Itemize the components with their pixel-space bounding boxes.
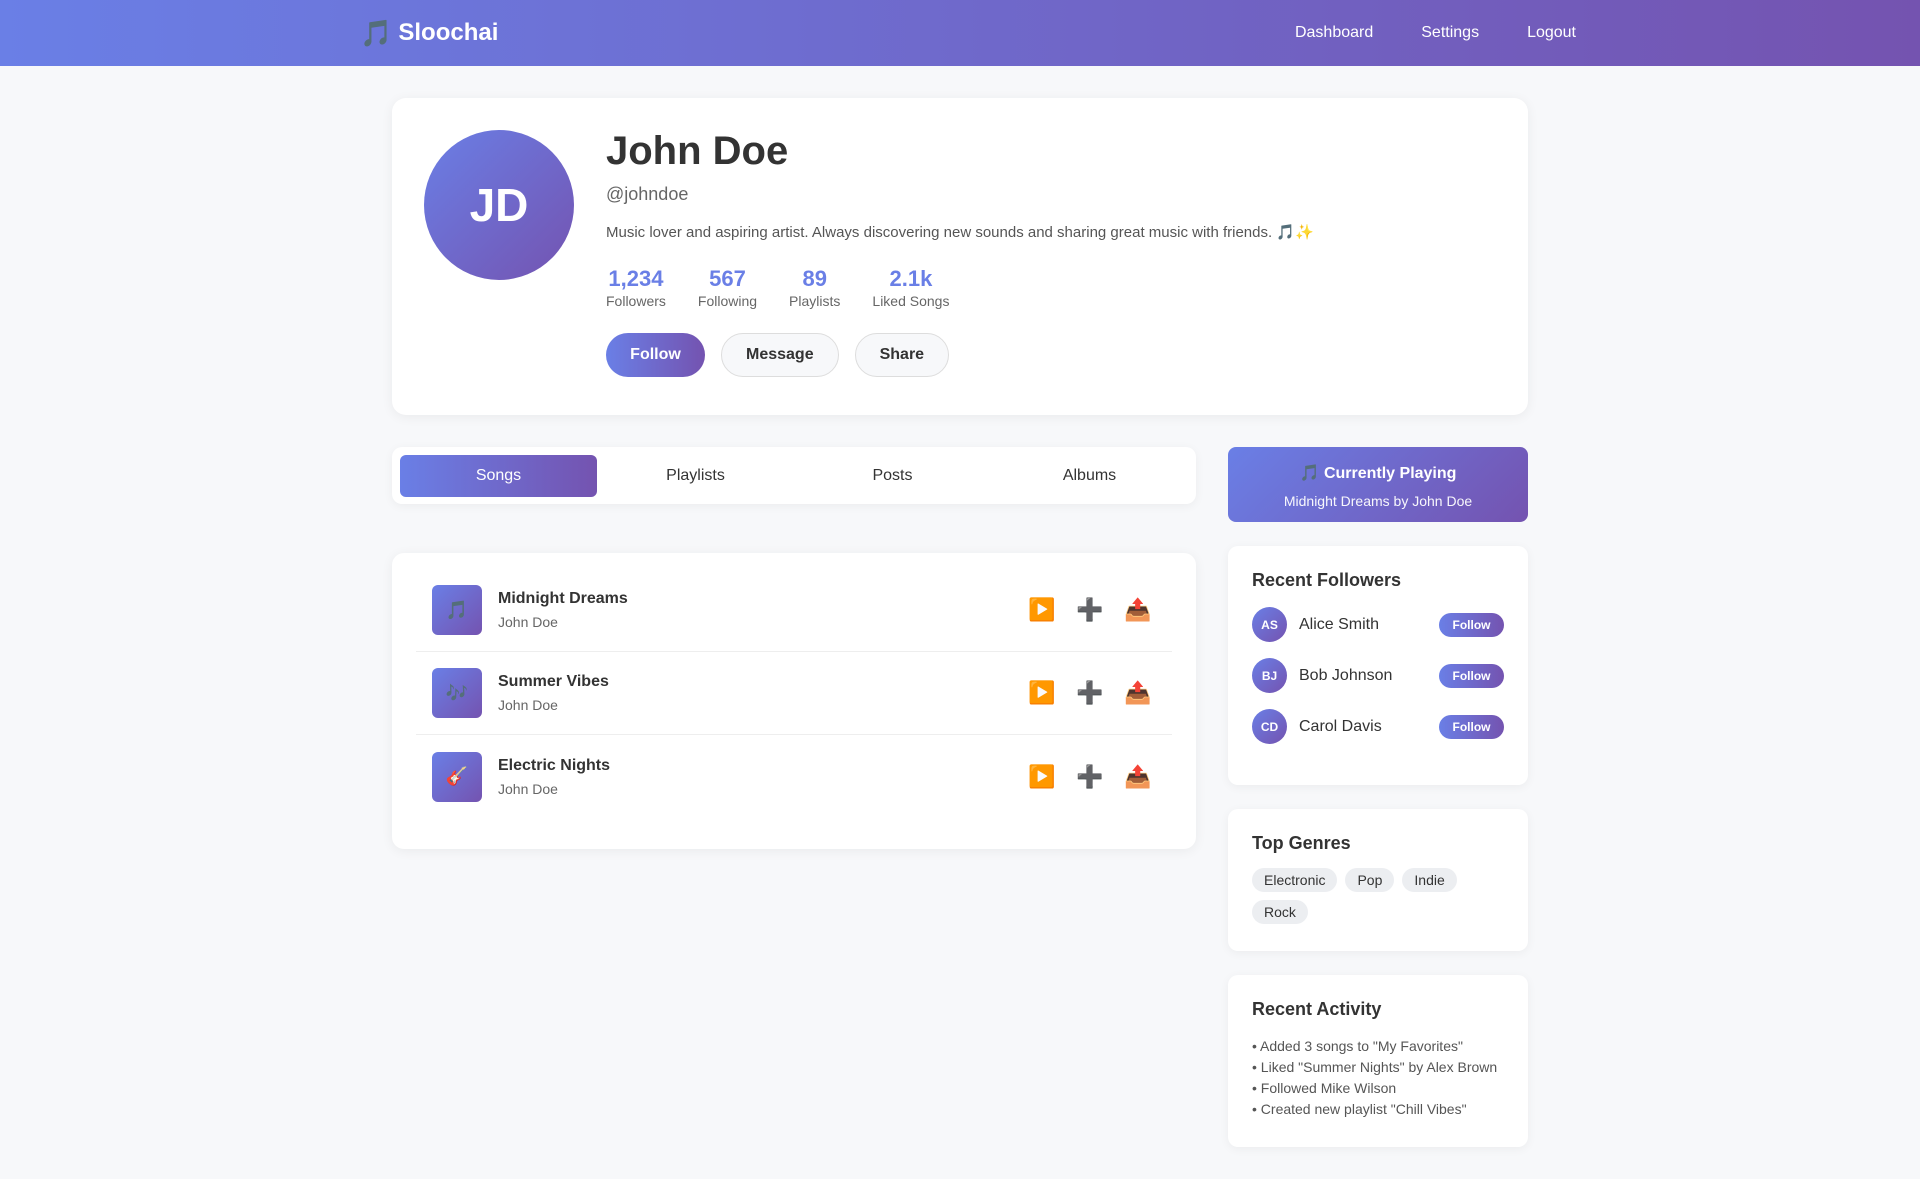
- profile-info: John Doe @johndoe Music lover and aspiri…: [606, 128, 1496, 377]
- stat-following[interactable]: 567 Following: [697, 266, 758, 310]
- genre-tag[interactable]: Indie: [1402, 868, 1457, 892]
- follower-row: AS Alice Smith Follow: [1252, 607, 1504, 642]
- profile-handle: @johndoe: [606, 184, 689, 204]
- top-genres-title: Top Genres: [1252, 833, 1351, 853]
- follow-follower-button[interactable]: Follow: [1439, 612, 1504, 637]
- song-title: Electric Nights: [498, 756, 611, 774]
- avatar[interactable]: AS: [1252, 607, 1287, 642]
- profile-name: John Doe: [606, 129, 789, 173]
- song-meta: Summer Vibes John Doe: [498, 673, 1028, 713]
- follower-row: CD Carol Davis Follow: [1252, 709, 1504, 744]
- now-playing-track: Midnight Dreams by John Doe: [1283, 493, 1473, 509]
- stat-liked-songs[interactable]: 2.1k Liked Songs: [872, 266, 950, 310]
- genre-tags: Electronic Pop Indie Rock: [1252, 868, 1504, 924]
- song-artist: John Doe: [498, 780, 558, 797]
- recent-followers-card: Recent Followers AS Alice Smith Follow B…: [1228, 546, 1528, 785]
- song-title: Summer Vibes: [498, 673, 609, 690]
- share-icon[interactable]: 📤: [1124, 680, 1151, 706]
- top-navbar: 🎵 Sloochai Dashboard Settings Logout: [0, 0, 1920, 66]
- stat-playlists[interactable]: 89 Playlists: [789, 266, 841, 310]
- share-icon[interactable]: 📤: [1124, 764, 1151, 790]
- follower-row: BJ Bob Johnson Follow: [1252, 658, 1504, 693]
- song-artist: John Doe: [498, 697, 558, 713]
- stat-value: 1,234: [608, 266, 664, 291]
- now-playing-card[interactable]: 🎵 Currently Playing Midnight Dreams by J…: [1228, 447, 1528, 522]
- tab-songs[interactable]: Songs: [400, 454, 597, 497]
- song-row[interactable]: 🎵 Midnight Dreams John Doe ▶️ ➕ 📤: [416, 569, 1172, 652]
- song-cover-icon: 🎸: [432, 751, 482, 802]
- add-icon[interactable]: ➕: [1076, 764, 1103, 790]
- message-button[interactable]: Message: [721, 333, 839, 377]
- follower-name[interactable]: Bob Johnson: [1299, 667, 1439, 685]
- avatar[interactable]: BJ: [1252, 658, 1287, 693]
- song-cover-icon: 🎶: [432, 668, 482, 718]
- song-meta: Electric Nights John Doe: [498, 757, 1028, 797]
- stat-label: Following: [697, 293, 758, 309]
- follower-name[interactable]: Carol Davis: [1299, 718, 1439, 736]
- follow-follower-button[interactable]: Follow: [1439, 714, 1504, 739]
- profile-avatar: JD: [424, 130, 574, 280]
- song-artist: John Doe: [498, 614, 558, 630]
- nav-settings-link[interactable]: Settings: [1421, 24, 1479, 42]
- activity-item: • Followed Mike Wilson: [1252, 1080, 1397, 1096]
- activity-list: • Added 3 songs to "My Favorites" • Like…: [1252, 1036, 1504, 1120]
- recent-activity-card: Recent Activity • Added 3 songs to "My F…: [1228, 975, 1528, 1147]
- profile-stats: 1,234 Followers 567 Following 89 Playlis…: [606, 266, 1496, 310]
- nav-logout-link[interactable]: Logout: [1527, 24, 1576, 42]
- music-note-icon: 🎵: [360, 17, 393, 48]
- stat-label: Playlists: [789, 293, 841, 309]
- tab-albums[interactable]: Albums: [991, 455, 1188, 497]
- profile-actions: Follow Message Share: [606, 333, 1496, 377]
- add-icon[interactable]: ➕: [1076, 597, 1103, 623]
- genre-tag[interactable]: Electronic: [1252, 868, 1338, 892]
- tab-posts[interactable]: Posts: [794, 455, 991, 497]
- brand-logo[interactable]: 🎵 Sloochai: [360, 18, 498, 49]
- nav-links: Dashboard Settings Logout: [1295, 24, 1576, 42]
- recent-followers-title: Recent Followers: [1252, 570, 1402, 590]
- stat-value: 567: [709, 266, 746, 291]
- share-icon[interactable]: 📤: [1124, 597, 1151, 623]
- song-actions: ▶️ ➕ 📤: [1028, 597, 1151, 623]
- play-icon[interactable]: ▶️: [1028, 597, 1055, 623]
- now-playing-title: 🎵 Currently Playing: [1299, 465, 1457, 482]
- song-cover-icon: 🎵: [432, 585, 482, 635]
- genre-tag[interactable]: Rock: [1252, 900, 1308, 924]
- share-button[interactable]: Share: [854, 333, 950, 377]
- song-row[interactable]: 🎸 Electric Nights John Doe ▶️ ➕ 📤: [416, 735, 1172, 818]
- stat-label: Liked Songs: [872, 293, 950, 309]
- song-actions: ▶️ ➕ 📤: [1028, 764, 1151, 790]
- add-icon[interactable]: ➕: [1076, 680, 1103, 706]
- follow-button[interactable]: Follow: [606, 333, 705, 377]
- song-title: Midnight Dreams: [498, 590, 628, 607]
- song-meta: Midnight Dreams John Doe: [498, 590, 1028, 630]
- brand-name: Sloochai: [398, 19, 499, 46]
- follower-name[interactable]: Alice Smith: [1299, 616, 1439, 634]
- genre-tag[interactable]: Pop: [1345, 868, 1395, 892]
- play-icon[interactable]: ▶️: [1028, 680, 1055, 706]
- top-genres-card: Top Genres Electronic Pop Indie Rock: [1228, 809, 1528, 951]
- stat-value: 89: [802, 266, 827, 291]
- stat-value: 2.1k: [889, 266, 933, 291]
- profile-bio: Music lover and aspiring artist. Always …: [606, 224, 1314, 241]
- activity-item: • Liked "Summer Nights" by Alex Brown: [1252, 1059, 1498, 1075]
- activity-item: • Created new playlist "Chill Vibes": [1252, 1101, 1467, 1117]
- tab-playlists[interactable]: Playlists: [597, 455, 794, 497]
- song-actions: ▶️ ➕ 📤: [1028, 680, 1151, 706]
- follow-follower-button[interactable]: Follow: [1439, 663, 1504, 688]
- avatar[interactable]: CD: [1252, 709, 1287, 744]
- stat-followers[interactable]: 1,234 Followers: [606, 266, 666, 310]
- profile-card: JD John Doe @johndoe Music lover and asp…: [392, 98, 1528, 415]
- play-icon[interactable]: ▶️: [1028, 764, 1055, 790]
- song-row[interactable]: 🎶 Summer Vibes John Doe ▶️ ➕ 📤: [416, 652, 1172, 735]
- songs-list: 🎵 Midnight Dreams John Doe ▶️ ➕ 📤 🎶 Summ…: [392, 553, 1196, 849]
- nav-dashboard-link[interactable]: Dashboard: [1295, 24, 1373, 42]
- content-tabs: Songs Playlists Posts Albums: [392, 447, 1196, 504]
- activity-item: • Added 3 songs to "My Favorites": [1252, 1038, 1463, 1054]
- recent-activity-title: Recent Activity: [1252, 999, 1382, 1019]
- stat-label: Followers: [606, 293, 666, 309]
